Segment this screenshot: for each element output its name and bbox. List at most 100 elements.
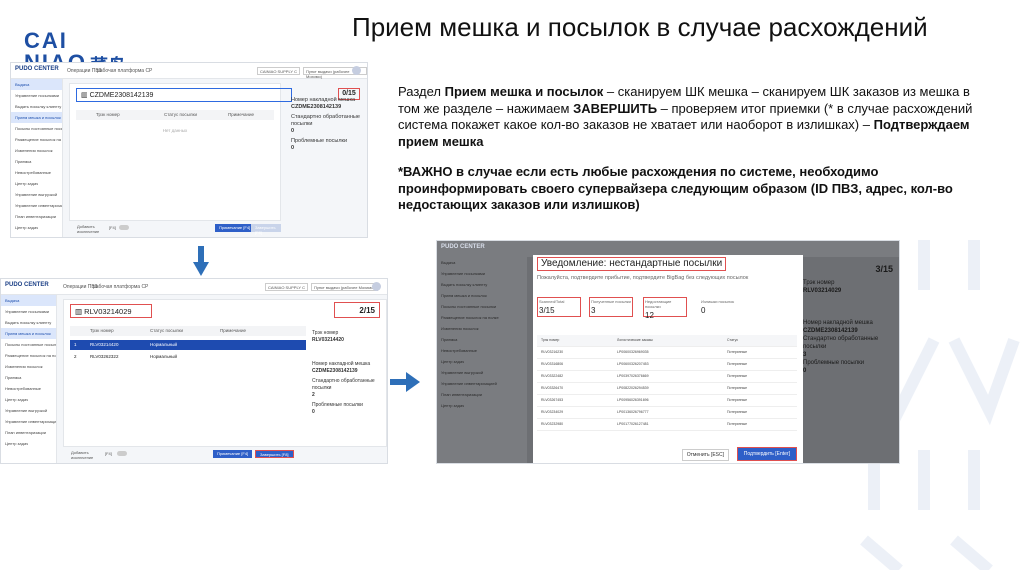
sidebar-item[interactable]: Выдача bbox=[11, 79, 62, 90]
sidebar-item[interactable]: План инвентаризации bbox=[11, 211, 62, 222]
desc-bold: Прием мешка и посылок bbox=[444, 84, 604, 99]
sidebar-item[interactable]: Приемка bbox=[437, 334, 527, 345]
stat-value: 12 bbox=[645, 311, 654, 320]
sidebar-item[interactable]: Управление выгрузкой bbox=[11, 189, 62, 200]
stat-label: Излишки посылок bbox=[701, 299, 735, 304]
sidebar-item[interactable]: Управление посылками bbox=[437, 268, 527, 279]
sidebar-item[interactable]: Невостребованные bbox=[1, 383, 56, 394]
sidebar-item[interactable]: Приемка bbox=[1, 372, 56, 383]
scan-counter: 3/15 bbox=[875, 264, 893, 274]
sidebar-item[interactable]: План инвентаризации bbox=[1, 427, 56, 438]
sidebar-item[interactable]: Выдать посылку клиенту bbox=[1, 317, 56, 328]
dialog-footer: Отменить [ESC] Подтвердить [Enter] bbox=[533, 447, 803, 461]
row-status: Потерянные bbox=[727, 398, 748, 402]
sidebar-item[interactable]: Посылы постоянные посылки bbox=[1, 339, 56, 350]
exception-toggle[interactable] bbox=[119, 225, 129, 230]
table-row[interactable]: 1 RLV03214420 Нормальный bbox=[70, 340, 306, 350]
row-track: RLV03232980 bbox=[541, 422, 564, 426]
col-header: Трэк номер bbox=[90, 328, 114, 333]
sidebar-item[interactable]: Управление посылками bbox=[1, 306, 56, 317]
sidebar-item[interactable]: Управление посылками bbox=[11, 90, 62, 101]
info-label: Номер накладной мешка bbox=[291, 97, 356, 103]
info-label: Проблемные посылки bbox=[803, 360, 865, 366]
sidebar-item[interactable]: Изменения посылок bbox=[1, 361, 56, 372]
row-track: RLV03322482 bbox=[541, 374, 564, 378]
avatar-icon[interactable] bbox=[352, 66, 361, 75]
row-order: LP00397026376669 bbox=[617, 374, 649, 378]
sidebar-item[interactable]: План инвентаризации bbox=[437, 389, 527, 400]
row-status: Потерянные bbox=[727, 386, 748, 390]
sidebar-item[interactable]: Размещение посылок на полке bbox=[437, 312, 527, 323]
sidebar: Выдача Управление посылками Выдать посыл… bbox=[437, 257, 527, 463]
finish-button[interactable]: Завершить [F8] bbox=[255, 450, 294, 458]
row-status: Потерянные bbox=[727, 410, 748, 414]
company-select[interactable]: CAINIAO SUPPLY C bbox=[265, 283, 308, 291]
sidebar-item[interactable]: Невостребованные bbox=[437, 345, 527, 356]
sidebar: Выдача Управление посылками Выдать посыл… bbox=[11, 79, 63, 237]
sidebar-item[interactable]: Выдать посылку клиенту bbox=[11, 101, 62, 112]
cancel-button[interactable]: Отменить [ESC] bbox=[681, 449, 729, 461]
screenshot-discrepancy-dialog: PUDO CENTER Выдача Управление посылками … bbox=[436, 240, 900, 464]
table-row[interactable]: 2 RLV03262322 Нормальный bbox=[70, 352, 306, 362]
sidebar-item[interactable]: Управление инвентаризацией bbox=[11, 200, 62, 211]
note-button[interactable]: Примечание [F4] bbox=[215, 224, 255, 232]
row-track: RLV03267453 bbox=[541, 398, 564, 402]
sidebar-item[interactable]: Управление выгрузкой bbox=[1, 405, 56, 416]
col-header: Статус посылки bbox=[164, 112, 198, 117]
table-header: Трэк номер Статус посылки Примечание bbox=[70, 326, 306, 336]
sidebar-item[interactable]: Выдать посылку клиенту bbox=[437, 279, 527, 290]
row-track: RLV03234029 bbox=[541, 410, 564, 414]
sidebar-item[interactable]: Управление инвентаризацией bbox=[437, 378, 527, 389]
sidebar-item[interactable]: Прием мешка и посылок bbox=[11, 112, 62, 123]
info-value: RLV03214029 bbox=[803, 288, 842, 294]
pvz-select[interactable]: Пункт выдачи (рабочее Мохимо) bbox=[311, 283, 378, 291]
avatar-icon[interactable] bbox=[372, 282, 381, 291]
row-status: Потерянные bbox=[727, 374, 748, 378]
tab-cp-platform[interactable]: рабочая платформа CP bbox=[97, 68, 152, 74]
sidebar-item[interactable]: Центр задач bbox=[11, 178, 62, 189]
note-button[interactable]: Примечание [F4] bbox=[213, 450, 253, 458]
info-label: Трэк номер bbox=[312, 330, 339, 336]
sidebar-item[interactable]: Выдача bbox=[437, 257, 527, 268]
col-header: Трэк номер bbox=[541, 338, 560, 342]
row-status: Нормальный bbox=[150, 342, 178, 347]
col-header: Трэк номер bbox=[96, 112, 120, 117]
sidebar-item[interactable]: Управление инвентаризацией bbox=[1, 416, 56, 427]
tab-cp-platform[interactable]: рабочая платформа CP bbox=[93, 284, 148, 290]
sidebar-item[interactable]: Приемка bbox=[11, 156, 62, 167]
sidebar-item[interactable]: Размещение посылок на полке bbox=[11, 134, 62, 145]
sidebar-item[interactable]: Центр задач bbox=[11, 222, 62, 233]
info-value: 0 bbox=[312, 409, 315, 415]
stat-value: 3 bbox=[591, 306, 596, 315]
info-label: Проблемные посылки bbox=[312, 402, 363, 408]
info-label: Проблемные посылки bbox=[291, 138, 348, 144]
row-status: Потерянные bbox=[727, 422, 748, 426]
info-value: RLV03214420 bbox=[312, 337, 344, 343]
sidebar-item[interactable]: Изменения посылок bbox=[11, 145, 62, 156]
sidebar-item[interactable]: Выдача bbox=[1, 295, 56, 306]
finish-button[interactable]: Завершить [F8] bbox=[251, 224, 281, 235]
sidebar-item[interactable]: Невостребованные bbox=[11, 167, 62, 178]
confirm-button[interactable]: Подтвердить [Enter] bbox=[736, 447, 797, 461]
sidebar-item[interactable]: Посылы постоянные посылки bbox=[11, 123, 62, 134]
info-label: Трэк номер bbox=[803, 280, 835, 286]
sidebar-item[interactable]: Центр задач bbox=[1, 394, 56, 405]
scan-counter: 2/15 bbox=[334, 302, 380, 318]
sidebar-item[interactable]: Центр задач bbox=[437, 400, 527, 411]
sidebar-item[interactable]: Изменения посылок bbox=[437, 323, 527, 334]
sidebar-item[interactable]: Прием мешка и посылок bbox=[437, 290, 527, 301]
table-row: RLV03267453 LP00956026391696 Потерянные bbox=[537, 395, 797, 407]
company-select[interactable]: CAINIAO SUPPLY C bbox=[257, 67, 300, 75]
sidebar-item[interactable]: Центр задач bbox=[1, 438, 56, 449]
sidebar-item[interactable]: Центр задач bbox=[437, 356, 527, 367]
sidebar-item[interactable]: Посылы постоянные посылки bbox=[437, 301, 527, 312]
sidebar-item[interactable]: Размещение посылок на полке bbox=[1, 350, 56, 361]
sidebar-item[interactable]: Управление выгрузкой bbox=[437, 367, 527, 378]
scan-input[interactable]: ▥ CZDME2308142139 bbox=[76, 88, 292, 102]
sidebar-item[interactable]: Прием мешка и посылок bbox=[1, 328, 56, 339]
stat-label: Недостающие посылки bbox=[645, 299, 672, 309]
table-row: RLV03216230 LP00600326969035 Потерянные bbox=[537, 347, 797, 359]
barcode-icon: ▥ bbox=[81, 92, 90, 99]
exception-toggle[interactable] bbox=[117, 451, 127, 456]
scan-input[interactable]: ▥ RLV03214029 bbox=[70, 304, 152, 318]
